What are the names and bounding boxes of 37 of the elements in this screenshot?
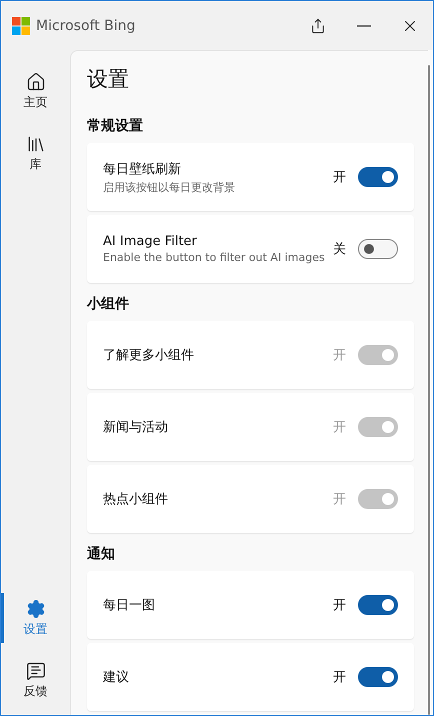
section-title: 常规设置 [87, 117, 144, 135]
nav-item[interactable]: 设置 [1, 587, 70, 649]
toggle-state-label: 开 [333, 669, 346, 686]
books-icon [26, 134, 46, 154]
minimize-icon [357, 24, 371, 26]
setting-title: 热点小组件 [103, 491, 169, 508]
nav-item[interactable]: 反馈 [1, 649, 70, 711]
toggle-state-label: 开 [333, 169, 346, 186]
settings-icon [26, 598, 46, 618]
window-title: Microsoft Bing [36, 18, 136, 34]
share-icon [310, 18, 326, 34]
section-title: 通知 [87, 545, 116, 563]
scrollbar[interactable] [428, 65, 430, 715]
toggle-state-label: 关 [333, 241, 346, 258]
toggle-state-label: 开 [333, 419, 346, 436]
nav-item[interactable]: 库 [1, 122, 70, 184]
setting-title: 了解更多小组件 [103, 347, 195, 364]
setting-description: Enable the button to filter out AI images [103, 251, 326, 264]
toggle-switch[interactable] [358, 667, 398, 687]
setting-title: 每日壁纸刷新 [103, 160, 182, 178]
logo-icon [12, 16, 30, 34]
toggle-switch[interactable] [358, 167, 398, 187]
setting-title: AI Image Filter [103, 234, 198, 249]
setting-title: 新闻与活动 [103, 419, 169, 436]
toggle-switch[interactable] [358, 239, 398, 259]
speech-bubble-icon [26, 660, 46, 680]
toggle-state-label: 开 [333, 347, 346, 364]
nav-item[interactable]: 主页 [1, 60, 70, 122]
toggle-state-label: 开 [333, 597, 346, 614]
toggle-state-label: 开 [333, 491, 346, 508]
home-icon [26, 72, 46, 92]
setting-description: 启用该按钮以每日更改背景 [103, 180, 236, 194]
page-title: 设置 [87, 66, 130, 93]
setting-title: 建议 [103, 669, 130, 686]
setting-title: 每日一图 [103, 597, 156, 614]
toggle-switch[interactable] [358, 595, 398, 615]
section-title: 小组件 [87, 295, 130, 313]
